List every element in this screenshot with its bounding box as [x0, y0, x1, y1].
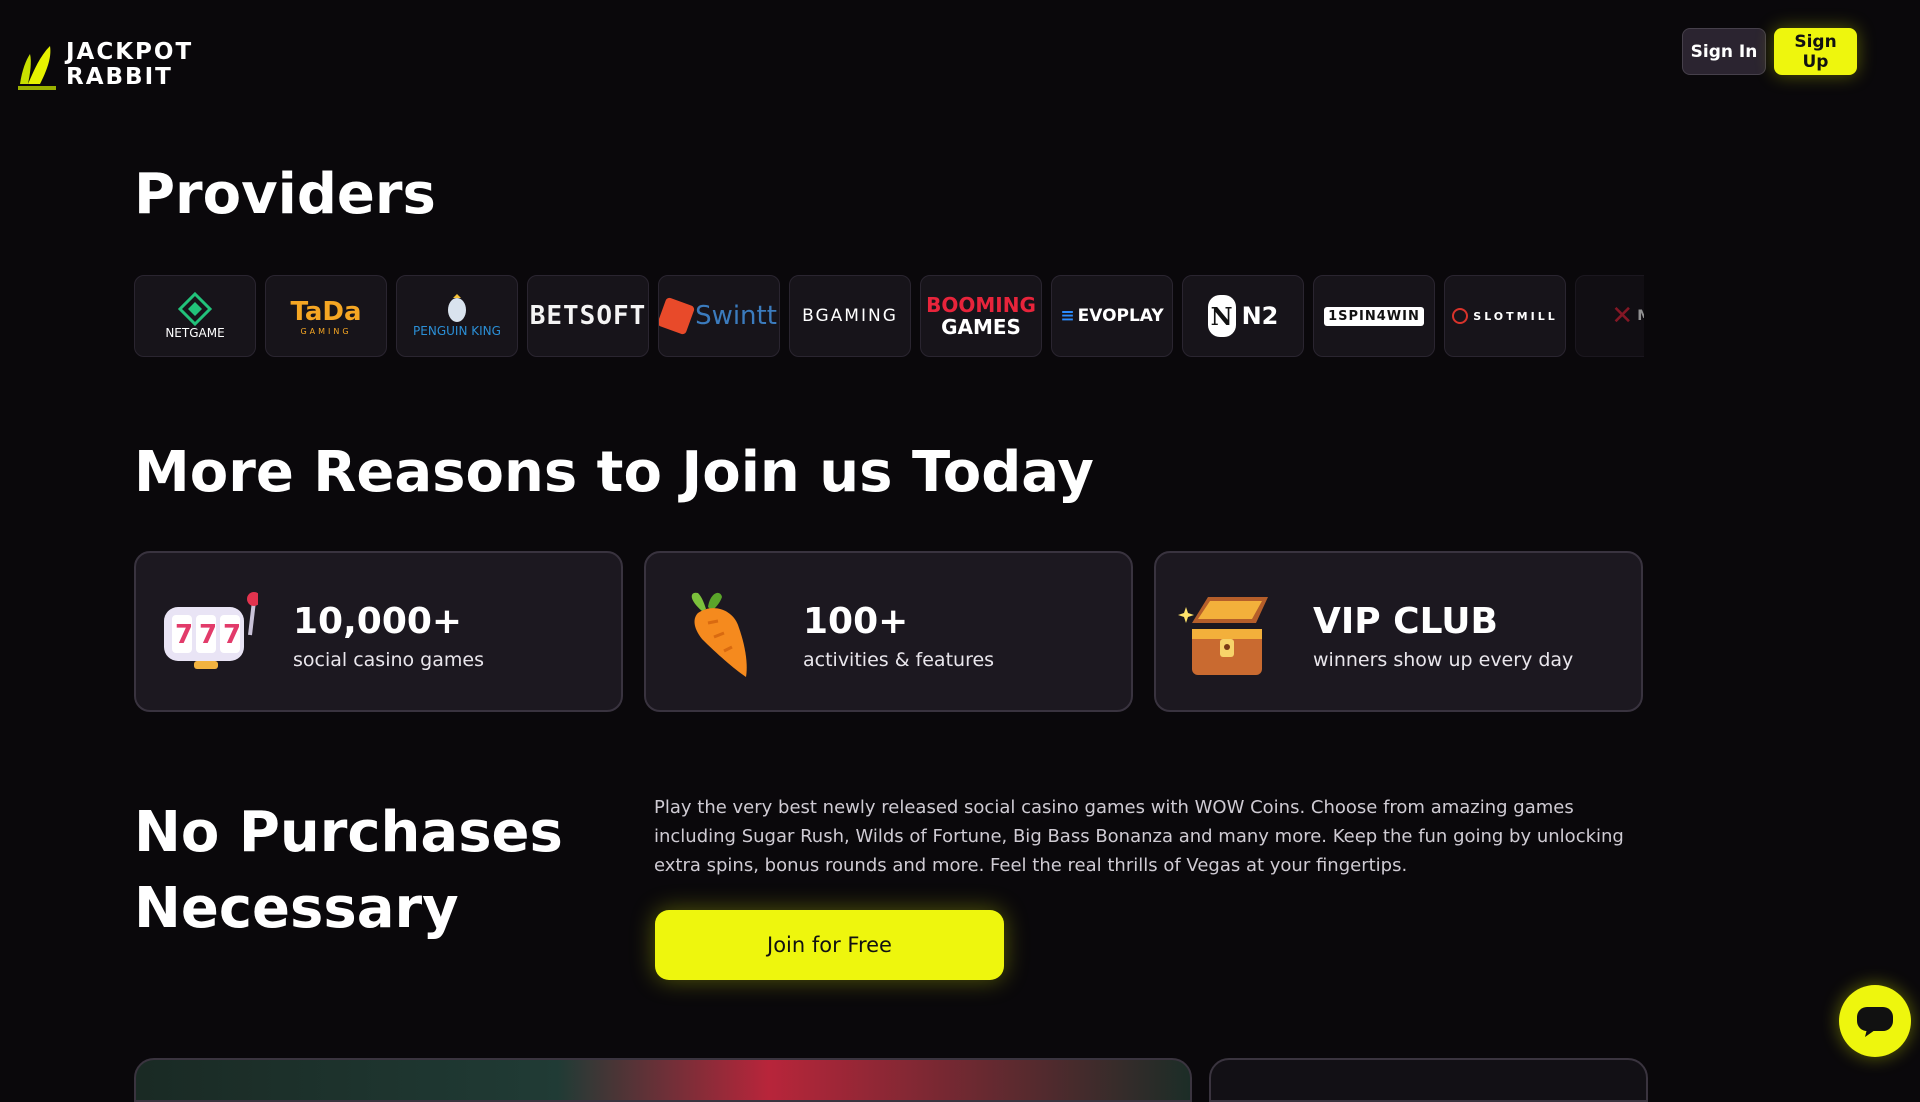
n-logo-icon: N	[1207, 295, 1236, 337]
provider-slotmill[interactable]: SLOTMILL	[1444, 275, 1566, 357]
slotmill-logo-icon	[1452, 308, 1469, 324]
provider-sublabel: GAMES	[941, 315, 1021, 339]
secondary-panel	[1209, 1058, 1648, 1102]
provider-label: BOOMING	[926, 293, 1036, 317]
provider-label: EVOPLAY	[1077, 306, 1164, 326]
no-purchase-heading: No Purchases Necessary	[134, 800, 563, 941]
site-logo[interactable]: JACKPOT RABBIT	[16, 40, 193, 90]
reasons-heading: More Reasons to Join us Today	[134, 440, 1094, 505]
provider-evoplay[interactable]: ≡ EVOPLAY	[1051, 275, 1173, 357]
reason-card-activities: 100+ activities & features	[644, 551, 1133, 712]
provider-n2[interactable]: N N2	[1182, 275, 1304, 357]
provider-swintt[interactable]: Swintt	[658, 275, 780, 357]
swintt-logo-icon	[659, 296, 696, 336]
sign-up-button[interactable]: Sign Up	[1774, 28, 1857, 75]
reason-card-vip: VIP CLUB winners show up every day	[1154, 551, 1643, 712]
provider-netgame[interactable]: NETGAME	[134, 275, 256, 357]
provider-1spin4win[interactable]: 1SPIN4WIN	[1313, 275, 1435, 357]
carrot-icon	[691, 592, 747, 677]
rabbit-logo-icon	[18, 46, 56, 90]
provider-label: BGAMING	[802, 306, 898, 326]
penguin-logo-icon	[448, 294, 466, 322]
provider-betsoft[interactable]: BETSOFT	[527, 275, 649, 357]
provider-partial[interactable]: ✕ Ma	[1575, 275, 1644, 357]
reason-value: 100+	[803, 601, 909, 642]
reason-caption: social casino games	[293, 649, 484, 671]
sign-in-button[interactable]: Sign In	[1682, 28, 1766, 75]
provider-sublabel: GAMING	[300, 326, 352, 336]
logo-line-1: JACKPOT	[66, 39, 194, 65]
x-logo-icon: ✕	[1611, 301, 1634, 331]
no-purchase-description: Play the very best newly released social…	[654, 797, 1624, 876]
chat-bubble-icon	[1857, 1007, 1893, 1037]
provider-bgaming[interactable]: BGAMING	[789, 275, 911, 357]
provider-label: Swintt	[695, 301, 777, 331]
slot-machine-icon: 7 7 7	[164, 592, 258, 669]
provider-label: 1SPIN4WIN	[1324, 306, 1424, 326]
featured-banner[interactable]	[134, 1058, 1192, 1102]
providers-heading: Providers	[134, 162, 436, 227]
providers-carousel[interactable]: NETGAME TaDa GAMING PENGUIN KING BETSOFT…	[134, 275, 1644, 357]
reason-card-games: 7 7 7 10,000+ social casino games	[134, 551, 623, 712]
provider-penguin-king[interactable]: PENGUIN KING	[396, 275, 518, 357]
reason-value: VIP CLUB	[1313, 601, 1498, 642]
netgame-logo-icon	[178, 292, 212, 326]
provider-label: N2	[1241, 302, 1279, 330]
reason-caption: activities & features	[803, 649, 995, 671]
provider-label: TaDa	[290, 296, 362, 327]
provider-label: PENGUIN KING	[413, 324, 501, 338]
provider-label: NETGAME	[165, 326, 225, 340]
svg-text:7: 7	[199, 620, 217, 650]
reason-value: 10,000+	[293, 601, 463, 642]
join-for-free-button[interactable]: Join for Free	[655, 910, 1004, 980]
provider-label: SLOTMILL	[1473, 309, 1558, 323]
chat-button[interactable]	[1839, 985, 1911, 1057]
provider-label: Ma	[1637, 308, 1644, 324]
svg-text:7: 7	[223, 620, 241, 650]
evoplay-logo-icon: ≡	[1060, 306, 1075, 326]
provider-booming-games[interactable]: BOOMING GAMES	[920, 275, 1042, 357]
logo-line-2: RABBIT	[66, 64, 173, 90]
treasure-chest-icon	[1178, 597, 1268, 675]
provider-tada[interactable]: TaDa GAMING	[265, 275, 387, 357]
svg-text:7: 7	[175, 620, 193, 650]
reason-caption: winners show up every day	[1313, 649, 1574, 671]
provider-label: BETSOFT	[529, 301, 647, 331]
